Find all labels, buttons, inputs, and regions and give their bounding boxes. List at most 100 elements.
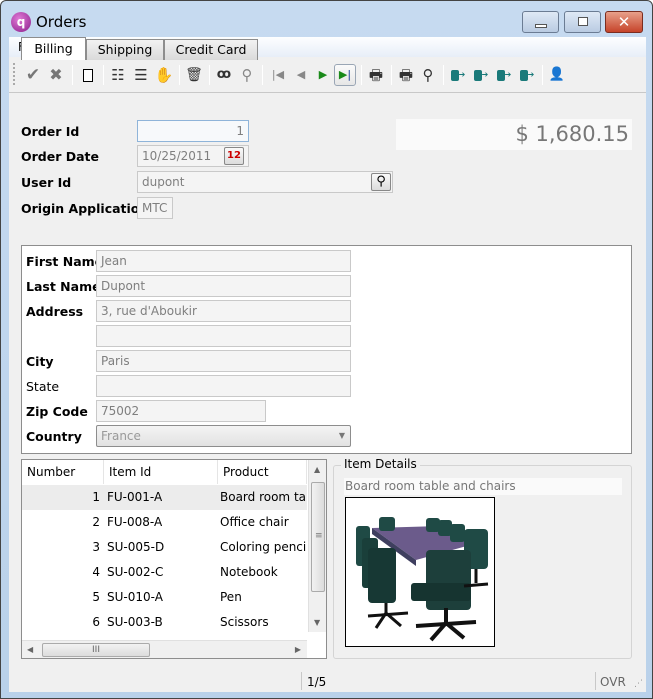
preview-magnifier-icon[interactable]: ⚲	[417, 64, 439, 86]
toolbar-separator	[391, 65, 392, 85]
user-id-field[interactable]: dupont	[137, 171, 393, 193]
cell-product: Notebook	[220, 565, 278, 579]
country-value: France	[101, 429, 141, 443]
title-bar[interactable]: q Orders ✕	[1, 1, 652, 37]
item-details-title: Item Details	[341, 457, 420, 471]
column-header-number[interactable]: Number	[22, 460, 104, 484]
next-record-icon[interactable]: ▶	[312, 64, 334, 86]
toolbar-separator	[72, 65, 73, 85]
status-bar: 1/5 OVR ⋰	[9, 667, 646, 692]
user-icon[interactable]: 👤	[546, 64, 568, 86]
orders-window: q Orders ✕ File Edit Navigate Report ✔ ✖…	[0, 0, 653, 699]
origin-application-field[interactable]: MTC	[137, 197, 173, 219]
previous-record-icon[interactable]: ◀	[290, 64, 312, 86]
export-db-2-icon[interactable]: ➔	[470, 64, 492, 86]
status-separator	[595, 672, 596, 690]
items-table: Number Item Id Product Name 1 FU-001-A B…	[21, 459, 327, 659]
country-select[interactable]: France ▼	[96, 425, 351, 447]
address-line2-field[interactable]	[96, 325, 351, 347]
print-icon[interactable]: 🖶	[365, 64, 387, 86]
order-id-label: Order Id	[21, 124, 80, 139]
scroll-up-arrow-icon[interactable]: ▲	[314, 465, 320, 474]
table-row[interactable]: 5 SU-010-A Pen	[22, 585, 307, 610]
insert-row-icon[interactable]: ☷	[107, 64, 129, 86]
tab-billing[interactable]: Billing	[21, 37, 86, 60]
status-separator	[301, 672, 302, 690]
cancel-x-icon[interactable]: ✖	[45, 64, 67, 86]
tab-shipping[interactable]: Shipping	[86, 39, 164, 60]
cell-item-id: SU-010-A	[107, 590, 163, 604]
order-date-label: Order Date	[21, 149, 99, 164]
scroll-left-arrow-icon[interactable]: ◀	[27, 645, 33, 654]
resize-grip-icon[interactable]: ⋰	[634, 679, 643, 689]
table-row[interactable]: 6 SU-003-B Scissors	[22, 610, 307, 632]
first-name-label: First Name	[26, 254, 104, 269]
last-record-icon[interactable]: ▶|	[334, 64, 356, 86]
save-check-icon[interactable]: ✔	[22, 64, 44, 86]
overwrite-mode: OVR	[600, 675, 626, 689]
state-label: State	[26, 379, 60, 394]
city-field[interactable]: Paris	[96, 350, 351, 372]
cell-item-id: SU-005-D	[107, 540, 165, 554]
cell-product: Board room table and chairs	[220, 490, 307, 504]
scroll-right-arrow-icon[interactable]: ▶	[295, 645, 301, 654]
table-row[interactable]: 2 FU-008-A Office chair	[22, 510, 307, 535]
board-room-table-image	[345, 497, 495, 647]
address-line1-field[interactable]: 3, rue d'Aboukir	[96, 300, 351, 322]
table-row[interactable]: 4 SU-002-C Notebook	[22, 560, 307, 585]
toolbar-separator	[361, 65, 362, 85]
first-name-field[interactable]: Jean	[96, 250, 351, 272]
append-row-icon[interactable]: ☰	[130, 64, 152, 86]
last-name-label: Last Name	[26, 279, 101, 294]
toolbar-separator	[103, 65, 104, 85]
cell-product: Scissors	[220, 615, 269, 629]
export-db-1-icon[interactable]: ➔	[447, 64, 469, 86]
scroll-down-arrow-icon[interactable]: ▼	[314, 618, 320, 627]
binoculars-icon[interactable]: ꝏ	[213, 64, 235, 86]
new-document-icon[interactable]	[77, 64, 99, 86]
column-header-item-id[interactable]: Item Id	[104, 460, 218, 484]
close-button[interactable]: ✕	[605, 11, 643, 33]
hand-icon[interactable]: ✋	[153, 64, 175, 86]
toolbar-separator	[179, 65, 180, 85]
zip-code-field[interactable]: 75002	[96, 400, 266, 422]
delete-trash-icon[interactable]: 🗑	[183, 64, 205, 86]
cell-product: Coloring pencils	[220, 540, 307, 554]
maximize-icon	[578, 17, 588, 26]
print-preview-icon[interactable]: 🖶	[395, 64, 417, 86]
horizontal-scrollbar[interactable]: ◀ III ▶	[22, 640, 307, 658]
cell-item-id: SU-003-B	[107, 615, 163, 629]
cell-number: 1	[92, 490, 100, 504]
cell-product: Pen	[220, 590, 242, 604]
minimize-button[interactable]	[522, 11, 559, 33]
search-magnifier-icon[interactable]: ⚲	[236, 64, 258, 86]
toolbar-separator	[542, 65, 543, 85]
horizontal-scroll-thumb[interactable]: III	[42, 643, 150, 657]
cell-product: Office chair	[220, 515, 289, 529]
export-db-4-icon[interactable]: ➔	[516, 64, 538, 86]
origin-application-label: Origin Application	[21, 201, 149, 216]
user-search-icon[interactable]: ⚲	[371, 173, 391, 191]
table-row[interactable]: 3 SU-005-D Coloring pencils	[22, 535, 307, 560]
last-name-field[interactable]: Dupont	[96, 275, 351, 297]
cell-number: 6	[92, 615, 100, 629]
toolbar-grip[interactable]	[13, 63, 16, 85]
tab-credit-card[interactable]: Credit Card	[164, 39, 258, 60]
city-label: City	[26, 354, 54, 369]
vertical-scroll-thumb[interactable]: ≡	[311, 482, 325, 592]
column-header-product-name[interactable]: Product Name	[218, 460, 307, 503]
minimize-icon	[535, 24, 547, 28]
cell-item-id: FU-008-A	[107, 515, 163, 529]
first-record-icon[interactable]: |◀	[267, 64, 289, 86]
calendar-icon[interactable]: 12	[224, 147, 244, 165]
export-db-3-icon[interactable]: ➔	[493, 64, 515, 86]
vertical-scrollbar[interactable]: ▲ ≡ ▼	[308, 460, 326, 632]
q-logo-icon: q	[11, 12, 31, 32]
cell-number: 4	[92, 565, 100, 579]
toolbar-separator	[443, 65, 444, 85]
maximize-button[interactable]	[564, 11, 601, 33]
table-row[interactable]: 1 FU-001-A Board room table and chairs	[22, 485, 307, 510]
order-total: $ 1,680.15	[396, 119, 632, 150]
order-id-field[interactable]: 1	[137, 120, 249, 142]
state-field[interactable]	[96, 375, 351, 397]
